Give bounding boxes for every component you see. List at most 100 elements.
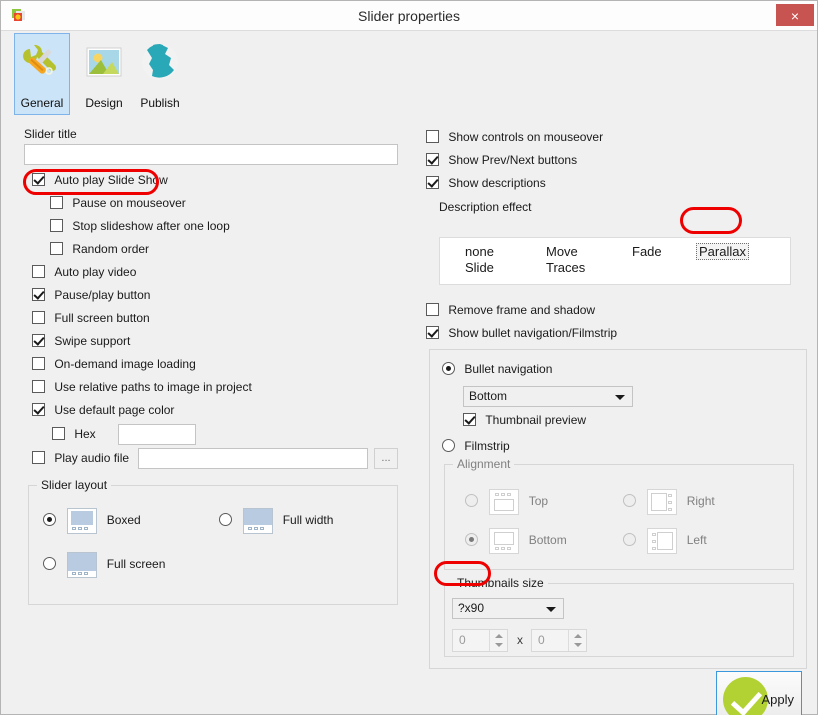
effect-parallax[interactable]: Parallax (696, 243, 749, 260)
tab-general[interactable]: General (14, 33, 70, 115)
tab-general-label: General (20, 96, 64, 110)
thumbnails-size-value: ?x90 (458, 601, 485, 615)
show-bullet-nav-checkbox[interactable] (426, 326, 439, 339)
layout-boxed-row[interactable]: Boxed (43, 508, 141, 534)
chevron-down-icon (546, 607, 556, 612)
auto-play-slideshow-row[interactable]: Auto play Slide Show (32, 173, 168, 187)
show-bullet-nav-label: Show bullet navigation/Filmstrip (448, 326, 618, 340)
slider-properties-dialog: Slider properties × General Design Publi… (0, 0, 818, 715)
play-audio-row[interactable]: Play audio file (32, 451, 129, 465)
relative-paths-row[interactable]: Use relative paths to image in project (32, 380, 252, 394)
chevron-down-icon[interactable] (574, 643, 582, 647)
swipe-support-row[interactable]: Swipe support (32, 334, 130, 348)
tab-publish[interactable]: Publish (132, 33, 188, 115)
pause-on-mouseover-checkbox[interactable] (50, 196, 63, 209)
layout-full-screen-row[interactable]: Full screen (43, 552, 165, 578)
title-bar: Slider properties × (1, 1, 817, 31)
show-descriptions-row[interactable]: Show descriptions (426, 176, 546, 190)
slider-title-input[interactable] (24, 144, 398, 165)
apply-button[interactable]: Apply (716, 671, 802, 715)
play-audio-checkbox[interactable] (32, 451, 45, 464)
remove-frame-shadow-row[interactable]: Remove frame and shadow (426, 303, 595, 317)
bullet-position-dropdown[interactable]: Bottom (463, 386, 633, 407)
full-screen-button-checkbox[interactable] (32, 311, 45, 324)
show-prev-next-row[interactable]: Show Prev/Next buttons (426, 153, 577, 167)
thumbnails-size-dropdown[interactable]: ?x90 (452, 598, 564, 619)
layout-full-screen-label: Full screen (106, 557, 166, 572)
on-demand-loading-checkbox[interactable] (32, 357, 45, 370)
hex-checkbox[interactable] (52, 427, 65, 440)
chevron-up-icon[interactable] (495, 634, 503, 638)
default-page-color-row[interactable]: Use default page color (32, 403, 174, 417)
align-right-icon (647, 489, 678, 515)
auto-play-video-checkbox[interactable] (32, 265, 45, 278)
stop-slideshow-row[interactable]: Stop slideshow after one loop (50, 219, 230, 233)
height-stepper-buttons[interactable] (568, 630, 586, 651)
bullet-navigation-radio[interactable] (442, 362, 455, 375)
default-page-color-label: Use default page color (54, 403, 175, 417)
chevron-up-icon[interactable] (574, 634, 582, 638)
remove-frame-shadow-label: Remove frame and shadow (448, 303, 596, 317)
align-right-row: Right (623, 489, 715, 515)
pause-play-button-row[interactable]: Pause/play button (32, 288, 150, 302)
swipe-support-checkbox[interactable] (32, 334, 45, 347)
show-bullet-nav-row[interactable]: Show bullet navigation/Filmstrip (426, 326, 617, 340)
audio-file-input[interactable] (138, 448, 368, 469)
effect-slide[interactable]: Slide (463, 260, 496, 275)
remove-frame-shadow-checkbox[interactable] (426, 303, 439, 316)
filmstrip-row[interactable]: Filmstrip (442, 439, 510, 453)
thumbnail-preview-checkbox[interactable] (463, 413, 476, 426)
chevron-down-icon (615, 395, 625, 400)
layout-full-screen-radio[interactable] (43, 557, 56, 571)
thumbnail-preview-row[interactable]: Thumbnail preview (463, 413, 586, 427)
effect-traces[interactable]: Traces (544, 260, 587, 275)
relative-paths-checkbox[interactable] (32, 380, 45, 393)
effect-move[interactable]: Move (544, 244, 580, 259)
pause-on-mouseover-row[interactable]: Pause on mouseover (50, 196, 186, 210)
picture-icon (81, 40, 127, 86)
tab-design[interactable]: Design (76, 33, 132, 115)
align-left-row: Left (623, 528, 707, 554)
full-screen-button-row[interactable]: Full screen button (32, 311, 150, 325)
bullet-navigation-row[interactable]: Bullet navigation (442, 362, 552, 376)
alignment-title: Alignment (453, 457, 515, 471)
thumbnail-preview-label: Thumbnail preview (485, 413, 587, 427)
thumbnail-height-stepper[interactable]: 0 (531, 629, 587, 652)
show-prev-next-checkbox[interactable] (426, 153, 439, 166)
layout-boxed-radio[interactable] (43, 513, 56, 527)
hex-input[interactable] (118, 424, 196, 445)
chevron-down-icon[interactable] (495, 643, 503, 647)
stop-slideshow-checkbox[interactable] (50, 219, 63, 232)
random-order-checkbox[interactable] (50, 242, 63, 255)
effect-fade[interactable]: Fade (630, 244, 664, 259)
full-screen-button-label: Full screen button (54, 311, 150, 325)
show-controls-mouseover-checkbox[interactable] (426, 130, 439, 143)
layout-full-width-row[interactable]: Full width (219, 508, 333, 534)
default-page-color-checkbox[interactable] (32, 403, 45, 416)
width-stepper-buttons[interactable] (489, 630, 507, 651)
filmstrip-label: Filmstrip (464, 439, 510, 453)
pause-play-button-checkbox[interactable] (32, 288, 45, 301)
close-icon[interactable]: × (776, 4, 814, 26)
show-controls-mouseover-row[interactable]: Show controls on mouseover (426, 130, 603, 144)
auto-play-video-row[interactable]: Auto play video (32, 265, 136, 279)
layout-full-width-radio[interactable] (219, 513, 232, 527)
bullet-navigation-label: Bullet navigation (464, 362, 553, 376)
tab-design-label: Design (85, 96, 123, 110)
align-left-radio (623, 533, 636, 547)
browse-audio-button[interactable]: ... (374, 448, 398, 469)
effect-none[interactable]: none (463, 244, 496, 259)
on-demand-loading-row[interactable]: On-demand image loading (32, 357, 196, 371)
thumbnail-width-stepper[interactable]: 0 (452, 629, 508, 652)
window-title: Slider properties (358, 8, 460, 24)
filmstrip-radio[interactable] (442, 439, 455, 452)
description-effect-list[interactable]: none Slide Move Traces Fade Parallax (439, 237, 791, 285)
show-descriptions-checkbox[interactable] (426, 176, 439, 189)
hex-row[interactable]: Hex (52, 427, 96, 441)
random-order-row[interactable]: Random order (50, 242, 149, 256)
hex-label: Hex (74, 427, 96, 441)
show-descriptions-label: Show descriptions (448, 176, 546, 190)
alignment-group: Alignment Top Right Bottom Left (444, 457, 794, 570)
description-effect-label: Description effect (439, 200, 532, 214)
auto-play-slideshow-checkbox[interactable] (32, 173, 45, 186)
